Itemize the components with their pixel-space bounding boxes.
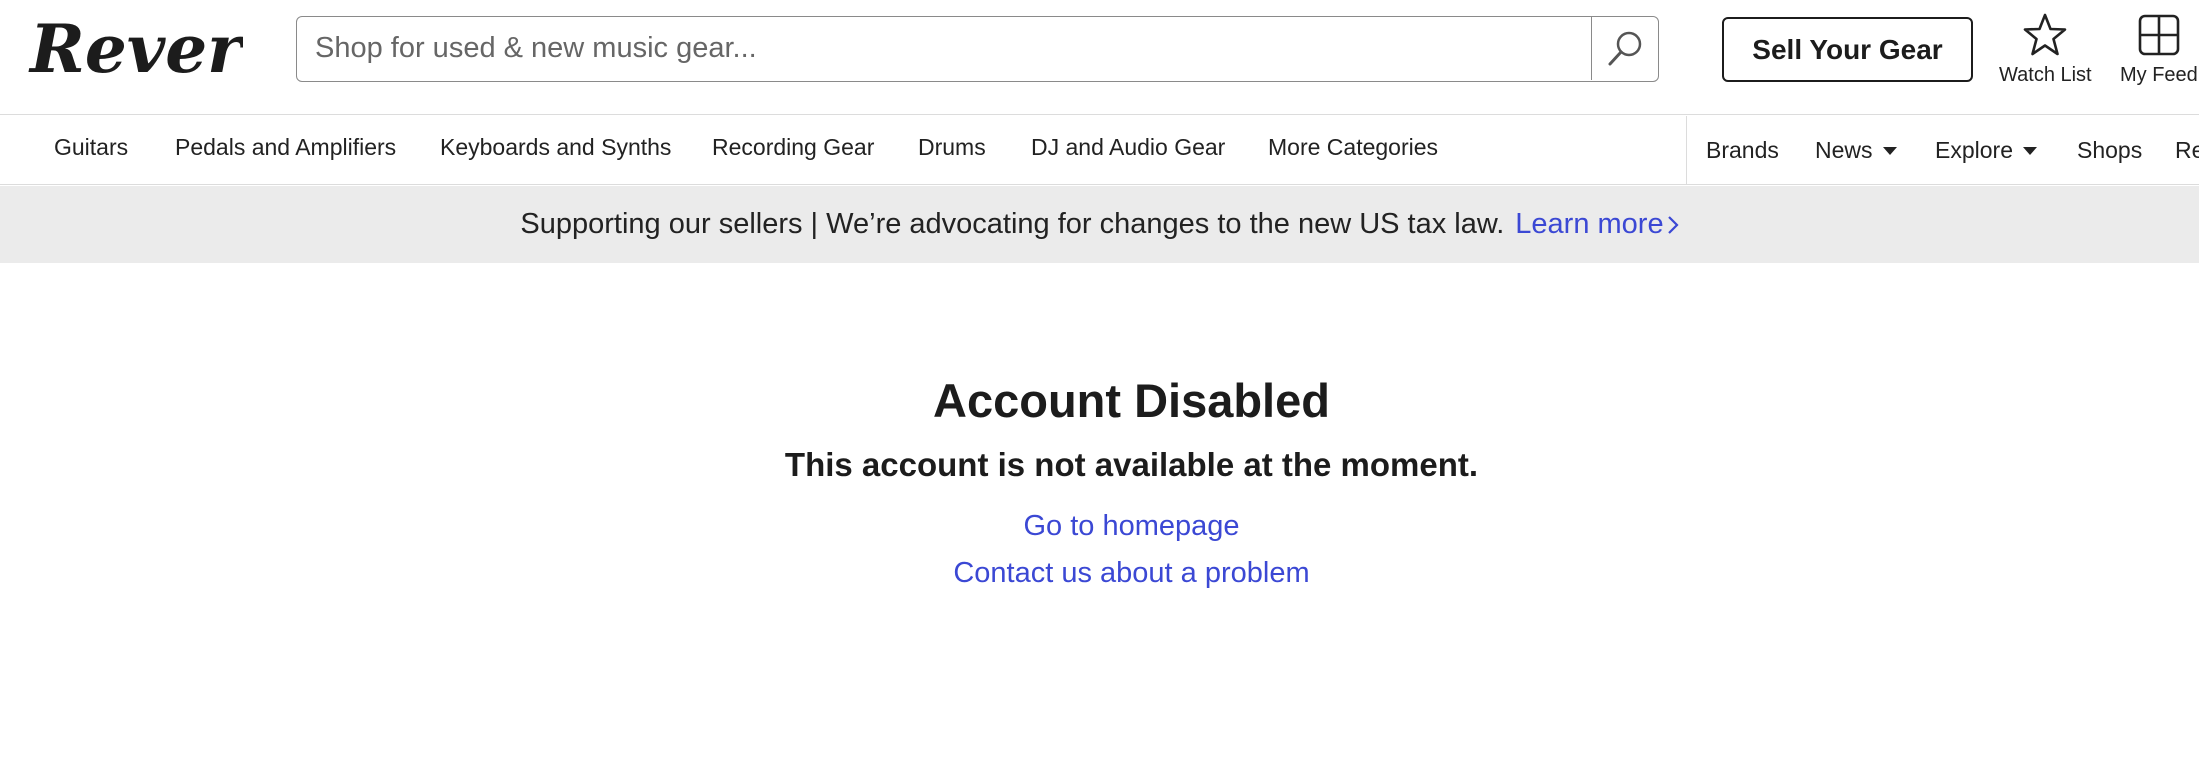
page-title: Account Disabled [933, 374, 1330, 427]
nav-item-dj-audio-gear[interactable]: DJ and Audio Gear [1031, 134, 1225, 161]
search-icon [1608, 31, 1642, 65]
nav-item-keyboards-synths[interactable]: Keyboards and Synths [440, 134, 671, 161]
announcement-banner: Supporting our sellers | We’re advocatin… [0, 186, 2199, 263]
caret-down-icon [1882, 146, 1897, 155]
banner-content: Supporting our sellers | We’re advocatin… [520, 208, 1679, 241]
go-to-homepage-link[interactable]: Go to homepage [1023, 510, 1239, 542]
banner-text: Supporting our sellers | We’re advocatin… [520, 208, 1505, 240]
truncated-label: Re [2175, 137, 2199, 163]
search-bar [296, 16, 1659, 82]
grid-icon [2138, 14, 2180, 56]
my-feed-label: My Feed [2120, 64, 2198, 86]
watch-list-button[interactable]: Watch List [1999, 12, 2092, 87]
nav-item-shops[interactable]: Shops [2077, 137, 2142, 164]
learn-more-link[interactable]: Learn more [1515, 208, 1679, 241]
nav-item-guitars[interactable]: Guitars [54, 134, 128, 161]
explore-label: Explore [1935, 137, 2013, 163]
nav-item-more-categories[interactable]: More Categories [1268, 134, 1438, 161]
category-nav: Guitars Pedals and Amplifiers Keyboards … [0, 116, 2199, 185]
news-label: News [1815, 137, 1873, 163]
nav-item-truncated[interactable]: Re [2175, 137, 2199, 164]
search-input[interactable] [315, 17, 1565, 80]
search-button[interactable] [1591, 17, 1658, 80]
main-content: Account Disabled This account is not ava… [0, 263, 2199, 777]
svg-text:Reverb: Reverb [28, 10, 243, 88]
nav-item-news[interactable]: News [1815, 137, 1897, 164]
sell-your-gear-button[interactable]: Sell Your Gear [1722, 17, 1973, 82]
nav-item-explore[interactable]: Explore [1935, 137, 2037, 164]
reverb-logo[interactable]: Reverb [28, 10, 288, 90]
learn-more-label: Learn more [1515, 208, 1664, 240]
site-header: Reverb Sell Your Gear Watch List My Feed [0, 0, 2199, 115]
contact-us-row: Contact us about a problem [0, 557, 2199, 590]
brands-label: Brands [1706, 137, 1779, 163]
go-to-homepage-row: Go to homepage [0, 510, 2199, 543]
nav-item-recording-gear[interactable]: Recording Gear [712, 134, 874, 161]
contact-us-link[interactable]: Contact us about a problem [953, 557, 1309, 589]
nav-item-drums[interactable]: Drums [918, 134, 986, 161]
nav-item-pedals-amplifiers[interactable]: Pedals and Amplifiers [175, 134, 396, 161]
caret-down-icon [2022, 146, 2037, 155]
watch-list-label: Watch List [1999, 64, 2092, 86]
my-feed-button[interactable]: My Feed [2120, 12, 2198, 87]
shops-label: Shops [2077, 137, 2143, 163]
star-icon [2024, 13, 2067, 56]
chevron-right-icon [1667, 215, 1679, 234]
page-subtitle: This account is not available at the mom… [784, 446, 1479, 483]
reverb-logo-wordmark: Reverb [28, 10, 288, 88]
nav-divider [1686, 116, 1687, 185]
nav-item-brands[interactable]: Brands [1706, 137, 1779, 164]
